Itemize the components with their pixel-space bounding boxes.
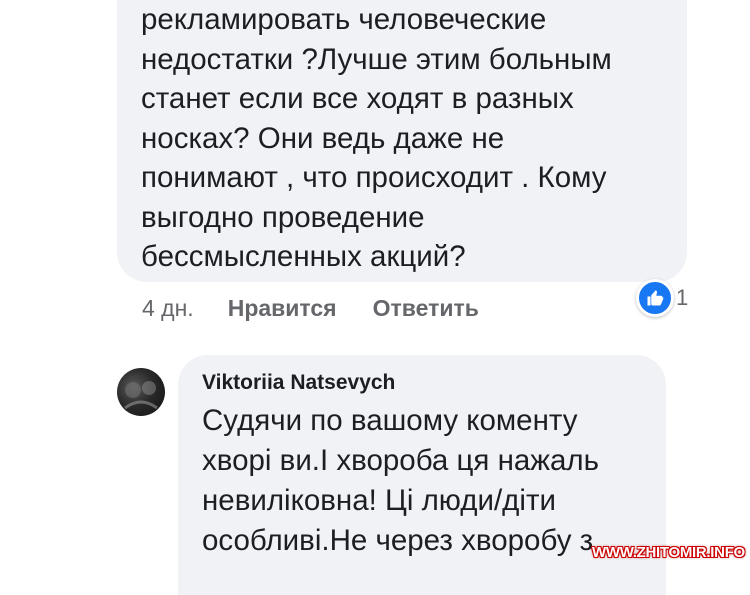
- like-icon: [636, 279, 674, 317]
- comment-timestamp[interactable]: 4 дн.: [142, 295, 194, 322]
- comment-text: Судячи по вашому коменту хворі ви.І хвор…: [202, 404, 600, 557]
- comment-author[interactable]: Viktoriia Natsevych: [202, 371, 666, 395]
- site-watermark: WWW.ZHITOMIR.INFO: [592, 544, 745, 561]
- reaction-summary[interactable]: 1: [636, 279, 689, 317]
- reply-button[interactable]: Ответить: [373, 295, 479, 322]
- comment-text: рекламировать человеческие недостатки ?Л…: [141, 3, 612, 273]
- comment-actions: 4 дн. Нравится Ответить: [142, 292, 515, 324]
- like-button[interactable]: Нравится: [228, 295, 337, 322]
- reaction-count: 1: [676, 285, 689, 310]
- avatar[interactable]: [117, 368, 165, 416]
- comment-bubble: рекламировать человеческие недостатки ?Л…: [117, 0, 687, 282]
